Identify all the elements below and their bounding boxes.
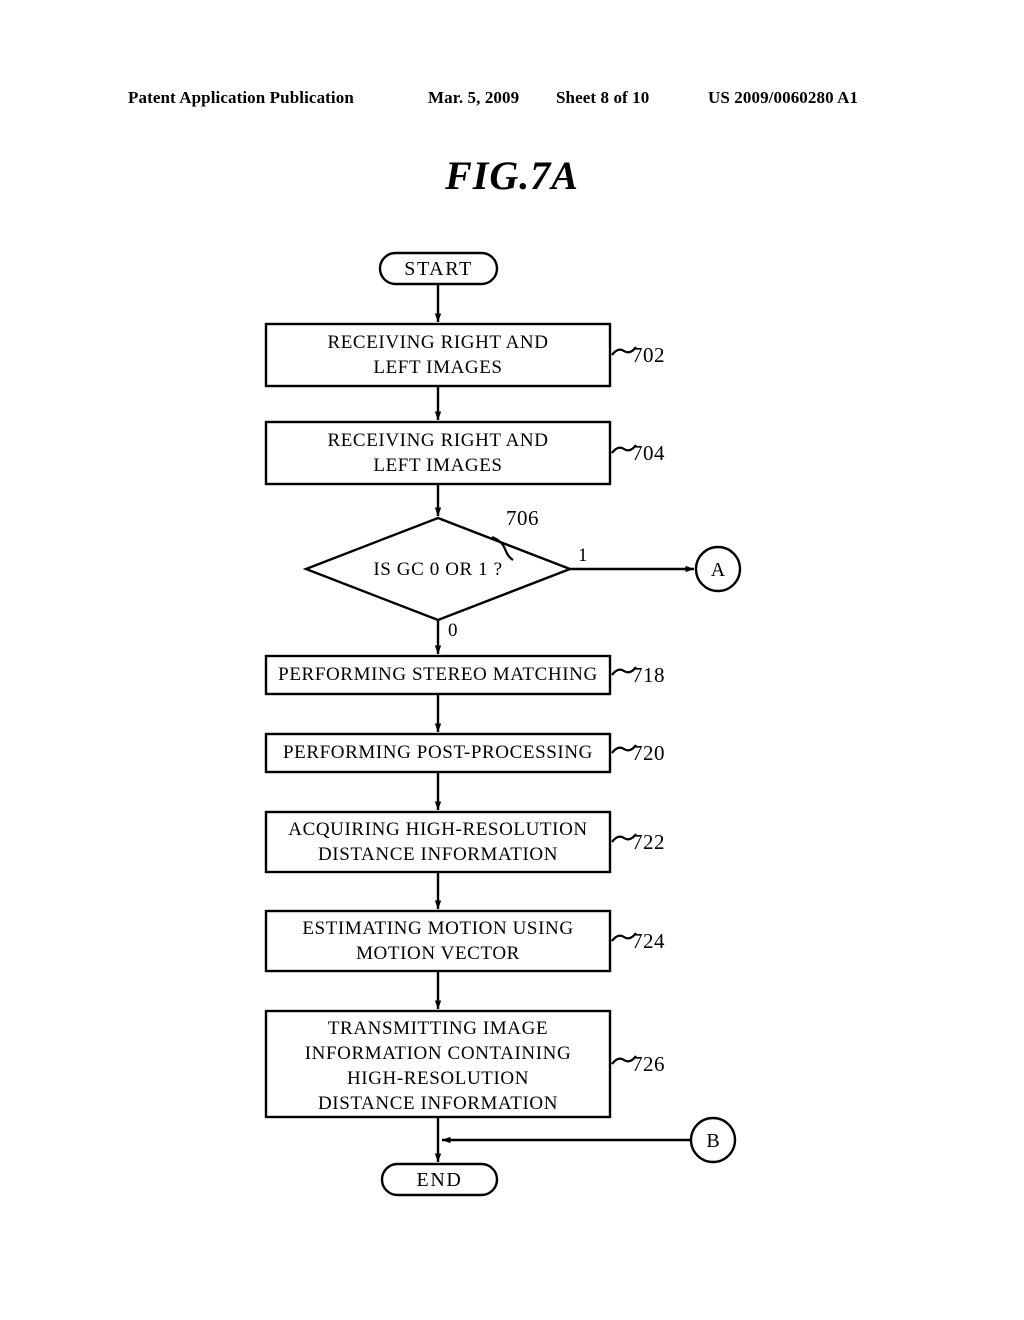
ref-number-718: 718 bbox=[632, 663, 665, 687]
process-box-704-text: RECEIVING RIGHT AND LEFT IMAGES bbox=[327, 430, 549, 476]
flowchart-diagram bbox=[264, 251, 742, 1197]
decision-diamond-706-text: IS GC 0 OR 1 ? bbox=[373, 559, 503, 580]
ref-number-726: 726 bbox=[632, 1052, 665, 1076]
ref-number-720: 720 bbox=[632, 741, 665, 765]
ref-number-702: 702 bbox=[632, 343, 665, 367]
process-box-718-text: PERFORMING STEREO MATCHING bbox=[278, 664, 598, 685]
ref-number-704: 704 bbox=[632, 441, 665, 465]
decision-branch-label-no: 0 bbox=[448, 620, 458, 641]
ref-number-722: 722 bbox=[632, 830, 665, 854]
ref-number-724: 724 bbox=[632, 929, 665, 953]
process-box-720-text: PERFORMING POST-PROCESSING bbox=[282, 742, 593, 763]
connector-b-label: B bbox=[706, 1130, 720, 1152]
start-label: START bbox=[404, 258, 473, 280]
process-box-702-text: RECEIVING RIGHT AND LEFT IMAGES bbox=[327, 332, 549, 378]
end-label: END bbox=[416, 1169, 463, 1191]
connector-a-label: A bbox=[710, 559, 726, 581]
ref-number-706: 706 bbox=[506, 506, 539, 530]
process-box-726-text: TRANSMITTING IMAGE INFORMATION CONTAININ… bbox=[304, 1018, 572, 1114]
patent-page: Patent Application Publication Mar. 5, 2… bbox=[0, 0, 1024, 1320]
process-box-722-text: ACQUIRING HIGH-RESOLUTION DISTANCE INFOR… bbox=[288, 819, 588, 865]
process-box-724-text: ESTIMATING MOTION USING MOTION VECTOR bbox=[302, 918, 574, 964]
decision-branch-label-yes: 1 bbox=[578, 545, 588, 566]
